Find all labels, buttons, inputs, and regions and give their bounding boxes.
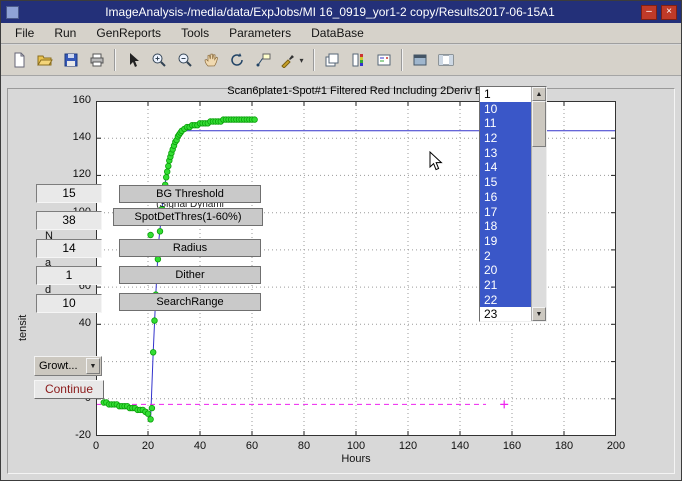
pointer-icon[interactable] bbox=[120, 48, 145, 73]
pan-icon[interactable] bbox=[198, 48, 223, 73]
listbox-item-13[interactable]: 13 bbox=[480, 146, 531, 161]
y-tick-label: 140 bbox=[55, 131, 91, 143]
listbox-scrollbar[interactable]: ▲ ▼ bbox=[531, 87, 546, 321]
rotate3d-icon[interactable] bbox=[224, 48, 249, 73]
minimize-button[interactable]: – bbox=[641, 5, 657, 20]
window-title: ImageAnalysis-/media/data/ExpJobs/MI 16_… bbox=[19, 5, 641, 19]
continue-button[interactable]: Continue bbox=[34, 380, 104, 399]
listbox-item-20[interactable]: 20 bbox=[480, 263, 531, 278]
menu-run[interactable]: Run bbox=[46, 24, 84, 42]
menu-file[interactable]: File bbox=[7, 24, 42, 42]
x-tick-label: 200 bbox=[601, 440, 631, 452]
listbox-item-17[interactable]: 17 bbox=[480, 205, 531, 220]
radius-field[interactable]: 14 bbox=[36, 239, 102, 258]
menubar: FileRunGenReportsToolsParametersDataBase bbox=[1, 23, 681, 44]
mouse-cursor-icon bbox=[429, 151, 443, 176]
window-icon bbox=[6, 6, 19, 19]
menu-database[interactable]: DataBase bbox=[303, 24, 372, 42]
listbox-item-1[interactable]: 1 bbox=[480, 87, 531, 102]
plot-tools-icon[interactable] bbox=[433, 48, 458, 73]
toolbar-separator bbox=[401, 49, 403, 71]
close-button[interactable]: × bbox=[661, 5, 677, 20]
growth-popup-label: Growt... bbox=[39, 360, 78, 372]
x-tick-label: 160 bbox=[497, 440, 527, 452]
x-tick-label: 60 bbox=[237, 440, 267, 452]
x-tick-label: 180 bbox=[549, 440, 579, 452]
x-tick-label: 80 bbox=[289, 440, 319, 452]
listbox-item-21[interactable]: 21 bbox=[480, 278, 531, 293]
menu-tools[interactable]: Tools bbox=[173, 24, 217, 42]
searchrange-label: SearchRange bbox=[119, 293, 261, 311]
bg-threshold-label: BG Threshold bbox=[119, 185, 261, 203]
hide-plot-tools-icon[interactable] bbox=[407, 48, 432, 73]
spotdetthres-label: SpotDetThres(1-60%) bbox=[113, 208, 263, 226]
dither-field[interactable]: 1 bbox=[36, 266, 102, 285]
menu-genreports[interactable]: GenReports bbox=[88, 24, 169, 42]
x-tick-label: 0 bbox=[81, 440, 111, 452]
zoom-in-icon[interactable] bbox=[146, 48, 171, 73]
scroll-up-icon[interactable]: ▲ bbox=[532, 87, 546, 101]
x-tick-label: 20 bbox=[133, 440, 163, 452]
x-tick-label: 120 bbox=[393, 440, 423, 452]
scroll-down-icon[interactable]: ▼ bbox=[532, 307, 546, 321]
legend-icon[interactable] bbox=[371, 48, 396, 73]
toolbar: ▾ bbox=[1, 45, 681, 76]
bg-threshold-field[interactable]: 15 bbox=[36, 184, 102, 203]
y-tick-label: 160 bbox=[55, 94, 91, 106]
x-tick-label: 40 bbox=[185, 440, 215, 452]
copy-figure-icon[interactable] bbox=[319, 48, 344, 73]
zoom-out-icon[interactable] bbox=[172, 48, 197, 73]
listbox-item-11[interactable]: 11 bbox=[480, 116, 531, 131]
listbox-item-18[interactable]: 18 bbox=[480, 219, 531, 234]
open-icon[interactable] bbox=[32, 48, 57, 73]
titlebar[interactable]: ImageAnalysis-/media/data/ExpJobs/MI 16_… bbox=[1, 1, 681, 23]
data-cursor-icon[interactable] bbox=[250, 48, 275, 73]
listbox-item-15[interactable]: 15 bbox=[480, 175, 531, 190]
save-icon[interactable] bbox=[58, 48, 83, 73]
brush-icon[interactable]: ▾ bbox=[276, 48, 308, 73]
x-axis-label: Hours bbox=[96, 453, 616, 465]
colorbar-icon[interactable] bbox=[345, 48, 370, 73]
menu-parameters[interactable]: Parameters bbox=[221, 24, 299, 42]
listbox-item-23[interactable]: 23 bbox=[480, 307, 531, 321]
dither-label: Dither bbox=[119, 266, 261, 284]
y-tick-label: 40 bbox=[55, 317, 91, 329]
spotdetthres-field[interactable]: 38 bbox=[36, 211, 102, 230]
listbox-item-10[interactable]: 10 bbox=[480, 102, 531, 117]
print-icon[interactable] bbox=[84, 48, 109, 73]
listbox-item-16[interactable]: 16 bbox=[480, 190, 531, 205]
y-axis-label-fragment: tensit bbox=[17, 315, 29, 341]
growth-popup-menu[interactable]: Growt... ▼ bbox=[34, 356, 102, 376]
toolbar-separator bbox=[313, 49, 315, 71]
listbox-item-2[interactable]: 2 bbox=[480, 249, 531, 264]
chevron-down-icon[interactable]: ▼ bbox=[86, 358, 100, 374]
radius-label: Radius bbox=[119, 239, 261, 257]
chevron-down-icon: ▾ bbox=[299, 56, 303, 65]
toolbar-separator bbox=[114, 49, 116, 71]
y-tick-label: 120 bbox=[55, 168, 91, 180]
x-tick-label: 140 bbox=[445, 440, 475, 452]
number-listbox[interactable]: 110111213141516171819220212223 ▲ ▼ bbox=[479, 86, 547, 322]
x-tick-label: 100 bbox=[341, 440, 371, 452]
listbox-item-12[interactable]: 12 bbox=[480, 131, 531, 146]
searchrange-field[interactable]: 10 bbox=[36, 294, 102, 313]
listbox-item-22[interactable]: 22 bbox=[480, 293, 531, 308]
listbox-items: 110111213141516171819220212223 bbox=[480, 87, 531, 321]
new-icon[interactable] bbox=[6, 48, 31, 73]
listbox-item-14[interactable]: 14 bbox=[480, 160, 531, 175]
listbox-item-19[interactable]: 19 bbox=[480, 234, 531, 249]
app-window: ImageAnalysis-/media/data/ExpJobs/MI 16_… bbox=[0, 0, 682, 481]
scrollbar-thumb[interactable] bbox=[532, 101, 546, 147]
